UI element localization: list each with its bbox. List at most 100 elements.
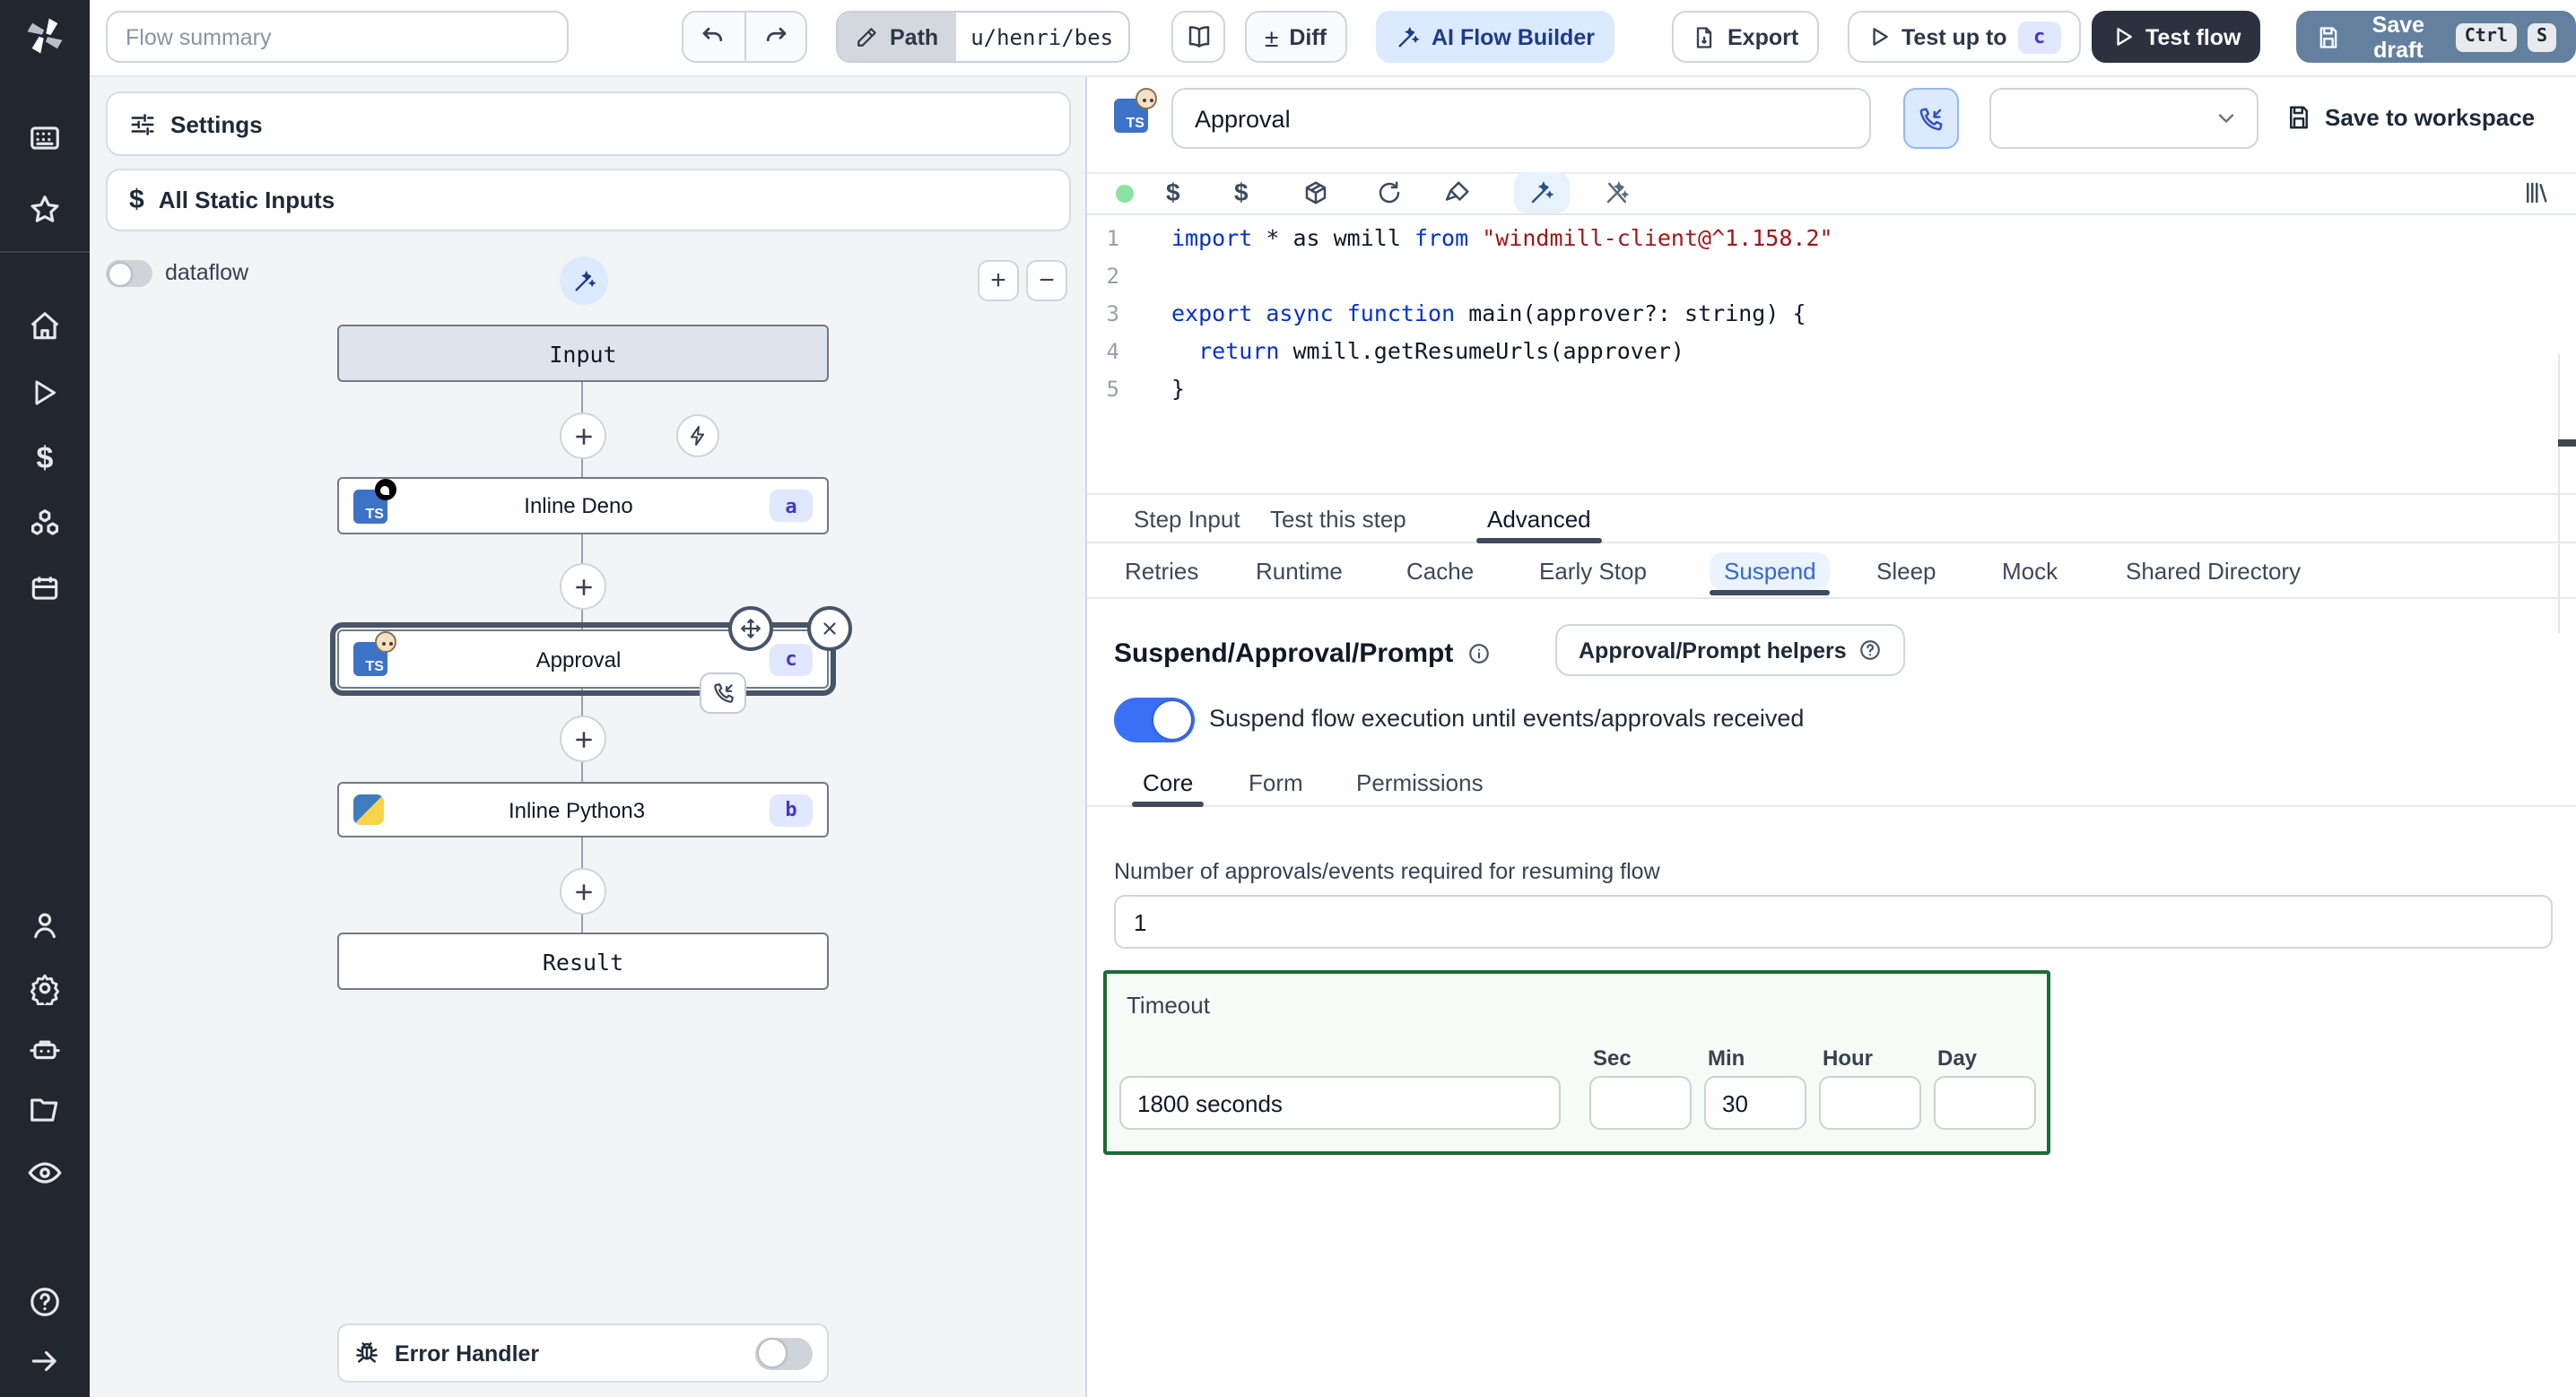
subtab-suspend[interactable]: Suspend [1710, 547, 1831, 595]
step-header: Save to workspace [1087, 75, 2576, 174]
ai-wand-icon[interactable] [1528, 179, 1555, 206]
timeout-sec-input[interactable] [1589, 1076, 1692, 1130]
phone-incoming-icon [1918, 105, 1945, 132]
save-to-workspace-label: Save to workspace [2325, 104, 2536, 131]
suspend-phone-badge [700, 672, 746, 714]
flow-settings-card[interactable]: Settings [106, 91, 1071, 156]
approval-prompt-helpers-button[interactable]: Approval/Prompt helpers [1555, 624, 1906, 676]
add-step-button[interactable] [560, 716, 606, 762]
static-inputs-icon[interactable]: $ [1234, 178, 1249, 206]
error-handler-toggle[interactable] [755, 1337, 813, 1369]
subtab-retries[interactable]: Retries [1125, 547, 1198, 595]
format-brush-icon[interactable] [1444, 179, 1471, 206]
tab-core[interactable]: Core [1132, 759, 1205, 807]
resources-icon[interactable] [28, 507, 62, 541]
expand-icon[interactable] [28, 1344, 62, 1378]
variables-icon[interactable]: $ [37, 441, 54, 477]
code-line[interactable]: 2 [1087, 256, 2576, 294]
subtab-early-stop[interactable]: Early Stop [1539, 547, 1647, 595]
audit-logs-icon[interactable] [27, 1155, 63, 1191]
diff-button[interactable]: ± Diff [1245, 11, 1347, 63]
users-icon[interactable] [28, 908, 62, 942]
code-line[interactable]: 4 return wmill.getResumeUrls(approver) [1087, 332, 2576, 369]
flow-node-inline-python3[interactable]: Inline Python3 b [337, 782, 829, 837]
add-step-button[interactable] [560, 412, 606, 459]
timeout-day-input[interactable] [1934, 1076, 2036, 1130]
code-line[interactable]: 1 import * as wmill from "windmill-client… [1087, 219, 2576, 256]
zoom-out-button[interactable]: − [1026, 260, 1067, 301]
subtab-shared-directory[interactable]: Shared Directory [2126, 547, 2301, 595]
reset-icon[interactable] [1376, 179, 1403, 206]
tab-form[interactable]: Form [1249, 759, 1303, 807]
tab-step-input[interactable]: Step Input [1134, 495, 1240, 543]
tab-permissions[interactable]: Permissions [1356, 759, 1484, 807]
undo-button[interactable] [683, 13, 745, 61]
ai-wand-button[interactable] [560, 256, 608, 305]
redo-button[interactable] [745, 13, 805, 61]
export-button[interactable]: Export [1672, 11, 1819, 63]
timeout-min-input[interactable]: 30 [1704, 1076, 1806, 1130]
tab-advanced[interactable]: Advanced [1476, 495, 1602, 543]
add-step-button[interactable] [560, 563, 606, 610]
docs-button[interactable] [1171, 11, 1225, 63]
env-vars-icon[interactable]: $ [1166, 178, 1180, 206]
lightning-icon [687, 425, 709, 447]
tab-test-this-step[interactable]: Test this step [1270, 495, 1406, 543]
bug-icon [353, 1340, 380, 1367]
code-line[interactable]: 3 export async function main(approver?: s… [1087, 294, 2576, 332]
library-icon[interactable] [2522, 179, 2549, 206]
package-icon[interactable] [1302, 179, 1329, 206]
folders-icon[interactable] [28, 1093, 62, 1127]
save-to-workspace-button[interactable]: Save to workspace [2285, 104, 2535, 131]
add-trigger-button[interactable] [676, 414, 719, 457]
schedules-icon[interactable] [28, 571, 62, 605]
help-icon[interactable] [28, 1285, 62, 1319]
runs-icon[interactable] [29, 377, 61, 409]
typescript-icon [353, 478, 396, 523]
flow-node-inline-deno[interactable]: Inline Deno a [337, 477, 829, 534]
path-control: Path u/henri/bes [836, 11, 1131, 63]
timeout-unit-day: Day [1937, 1046, 1978, 1071]
settings-icon[interactable] [28, 971, 62, 1005]
path-button[interactable]: Path [838, 13, 957, 61]
subtab-runtime[interactable]: Runtime [1256, 547, 1343, 595]
command-palette-icon[interactable] [28, 121, 62, 155]
star-icon[interactable] [28, 193, 62, 227]
path-value[interactable]: u/henri/bes [956, 13, 1129, 61]
undo-redo-group [682, 11, 807, 63]
script-version-select[interactable] [1989, 88, 2258, 149]
suspend-indicator-button[interactable] [1903, 88, 1959, 149]
add-step-button[interactable] [560, 868, 606, 915]
test-flow-button[interactable]: Test flow [2092, 11, 2261, 63]
code-line[interactable]: 5} [1087, 369, 2576, 407]
flow-node-result[interactable]: Result [337, 933, 829, 990]
save-draft-button[interactable]: Save draft Ctrl S [2296, 11, 2576, 63]
static-inputs-card[interactable]: $ All Static Inputs [106, 169, 1071, 231]
timeout-display[interactable]: 1800 seconds [1119, 1076, 1561, 1130]
dataflow-toggle[interactable] [106, 260, 152, 287]
flow-summary-input[interactable] [106, 11, 569, 63]
flow-node-input[interactable]: Input [337, 325, 829, 382]
info-icon[interactable] [1467, 642, 1491, 665]
zoom-in-button[interactable]: + [978, 260, 1019, 301]
move-step-button[interactable] [728, 606, 773, 651]
delete-step-button[interactable] [807, 606, 852, 651]
approvals-count-input[interactable] [1114, 895, 2553, 949]
suspend-toggle[interactable] [1114, 698, 1195, 742]
subtab-cache[interactable]: Cache [1406, 547, 1474, 595]
subtab-sleep[interactable]: Sleep [1876, 547, 1936, 595]
code-editor[interactable]: 1 import * as wmill from "windmill-client… [1087, 213, 2576, 633]
test-up-to-button[interactable]: Test up to c [1848, 11, 2081, 63]
error-handler-card[interactable]: Error Handler [337, 1323, 829, 1383]
code-text: import * as wmill from "windmill-client@… [1171, 224, 1833, 251]
ai-flow-builder-button[interactable]: AI Flow Builder [1376, 11, 1614, 63]
timeout-hour-input[interactable] [1819, 1076, 1921, 1130]
workers-icon[interactable] [28, 1032, 62, 1066]
path-label: Path [890, 24, 939, 49]
windmill-logo[interactable] [22, 13, 68, 59]
step-title-input[interactable] [1171, 88, 1871, 149]
subtab-mock[interactable]: Mock [2002, 547, 2058, 595]
node-label: Approval [535, 646, 622, 672]
ai-wand-off-icon[interactable] [1604, 179, 1631, 206]
home-icon[interactable] [28, 309, 62, 343]
